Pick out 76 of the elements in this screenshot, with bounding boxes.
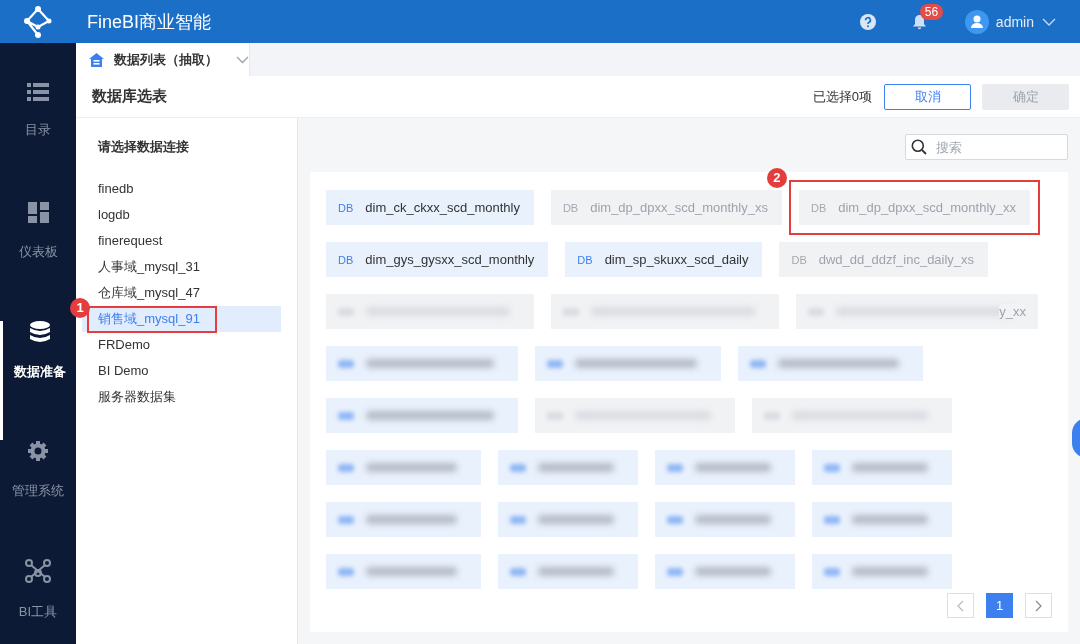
blurred-badge — [510, 515, 526, 524]
connection-item[interactable]: logdb — [82, 202, 281, 228]
blurred-badge — [338, 411, 354, 420]
avatar-icon[interactable] — [964, 9, 989, 34]
blurred-table-tile[interactable] — [535, 398, 735, 433]
blurred-table-tile[interactable] — [326, 346, 518, 381]
blurred-badge — [824, 463, 840, 472]
blurred-table-tile[interactable] — [498, 554, 638, 589]
blurred-badge — [510, 567, 526, 576]
blurred-table-tile[interactable] — [326, 398, 518, 433]
blurred-badge — [824, 567, 840, 576]
blurred-badge — [547, 359, 563, 368]
blurred-table-tile[interactable] — [498, 450, 638, 485]
table-tile[interactable]: DB dim_ck_ckxx_scd_monthly — [326, 190, 534, 225]
database-icon — [28, 321, 51, 343]
cancel-button[interactable]: 取消 — [884, 83, 971, 110]
blurred-table-tile[interactable] — [326, 502, 481, 537]
blurred-badge — [338, 463, 354, 472]
chevron-down-icon[interactable] — [1042, 17, 1056, 26]
search-field[interactable]: 搜索 — [905, 134, 1068, 160]
selection-count: 已选择0项 — [812, 87, 872, 106]
notification-count: 56 — [919, 3, 944, 20]
blurred-table-tile[interactable] — [812, 450, 952, 485]
nav-item[interactable]: BI工具 — [0, 559, 76, 644]
blurred-table-tile[interactable] — [535, 346, 721, 381]
chevron-right-icon — [1035, 599, 1042, 612]
network-icon — [25, 559, 51, 583]
data-list-tab[interactable]: 数据列表（抽取） — [76, 43, 250, 76]
blurred-badge — [667, 515, 683, 524]
blurred-badge — [667, 567, 683, 576]
search-icon — [911, 139, 927, 155]
blurred-table-tile[interactable] — [326, 554, 481, 589]
connection-item[interactable]: FRDemo — [82, 332, 281, 358]
blurred-badge — [338, 515, 354, 524]
blurred-badge — [667, 463, 683, 472]
blurred-badge — [824, 515, 840, 524]
blurred-table-tile[interactable] — [655, 554, 795, 589]
home-icon — [89, 52, 104, 67]
chevron-down-icon[interactable] — [236, 55, 249, 64]
panel-title: 请选择数据连接 — [96, 138, 190, 156]
help-icon[interactable] — [859, 13, 876, 30]
bell-icon[interactable] — [911, 13, 927, 30]
chevron-left-icon — [957, 599, 964, 612]
blurred-badge — [338, 359, 354, 368]
connection-item[interactable]: BI Demo — [82, 358, 281, 384]
page-button[interactable]: 1 — [986, 593, 1013, 618]
connection-item[interactable]: 服务器数据集 — [82, 384, 281, 410]
blurred-table-tile[interactable] — [655, 502, 795, 537]
connection-item[interactable]: 人事域_mysql_31 — [82, 254, 281, 280]
connection-item[interactable]: finedb — [82, 176, 281, 202]
blurred-badge — [338, 567, 354, 576]
nav-item[interactable]: 管理系统 — [0, 440, 76, 559]
blurred-table-tile[interactable] — [326, 450, 481, 485]
blurred-table-tile[interactable] — [551, 294, 779, 329]
table-tile[interactable]: DB dim_gys_gysxx_scd_monthly — [326, 242, 549, 277]
table-tile[interactable]: DB dim_sp_skuxx_scd_daily — [565, 242, 763, 277]
blurred-badge — [750, 359, 766, 368]
blurred-table-tile[interactable] — [812, 502, 952, 537]
tile-label: y_xx — [999, 304, 1026, 319]
blurred-table-tile[interactable] — [326, 294, 534, 329]
blurred-table-tile[interactable] — [498, 502, 638, 537]
app-title: FineBI商业智能 — [87, 10, 212, 34]
user-name[interactable]: admin — [995, 13, 1034, 30]
blurred-table-tile[interactable] — [655, 450, 795, 485]
next-page-button[interactable] — [1025, 593, 1052, 618]
blurred-badge — [510, 463, 526, 472]
settings-icon — [27, 440, 49, 462]
blurred-table-tile[interactable] — [738, 346, 923, 381]
dashboard-icon — [27, 202, 49, 223]
list-icon — [27, 83, 49, 101]
blurred-table-tile[interactable] — [812, 554, 952, 589]
nav-item[interactable]: 目录 — [0, 83, 76, 202]
connection-item[interactable]: finerequest — [82, 228, 281, 254]
page-title: 数据库选表 — [92, 87, 167, 106]
callout-number: 2 — [766, 168, 787, 188]
blurred-table-tile[interactable] — [752, 398, 952, 433]
